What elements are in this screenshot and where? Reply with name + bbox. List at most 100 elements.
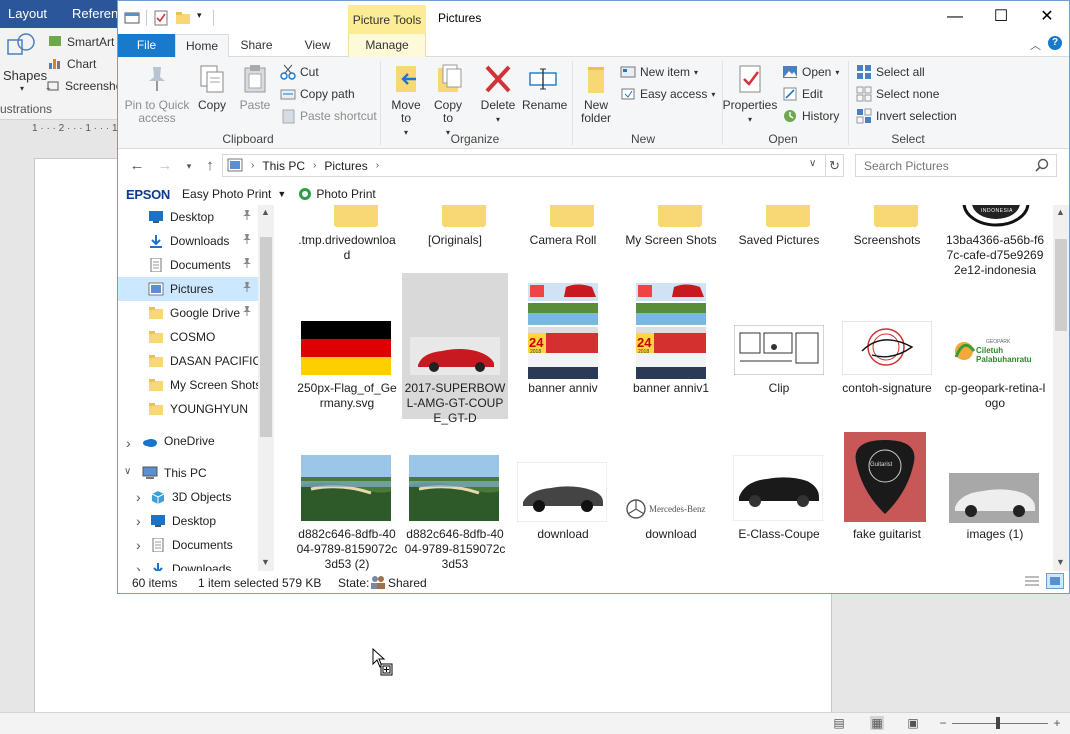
file-scroll-thumb[interactable]: [1055, 239, 1067, 331]
move-to-button[interactable]: Move to ▾: [388, 63, 424, 139]
nav-item-pc-3d-objects[interactable]: › 3D Objects: [118, 485, 258, 509]
nav-scroll-thumb[interactable]: [260, 237, 272, 437]
paste-button[interactable]: Paste: [238, 63, 272, 112]
zoom-slider-track[interactable]: [952, 723, 1048, 724]
cut-button[interactable]: Cut: [280, 63, 319, 81]
pin-icon[interactable]: [242, 258, 252, 271]
expand-chevron-icon[interactable]: ›: [126, 435, 131, 451]
scroll-up-icon[interactable]: ▲: [261, 207, 270, 217]
pin-icon[interactable]: [242, 306, 252, 319]
pin-icon[interactable]: [242, 210, 252, 223]
copy-button[interactable]: Copy: [196, 63, 228, 112]
rename-button[interactable]: Rename: [522, 63, 567, 112]
word-screenshot-button[interactable]: + Screensho: [46, 78, 122, 94]
recent-locations-chevron-icon[interactable]: ▾: [180, 157, 198, 175]
nav-item-pictures[interactable]: Pictures: [118, 277, 258, 301]
file-item[interactable]: Saved Pictures: [726, 233, 832, 248]
close-button[interactable]: ✕: [1024, 1, 1070, 33]
select-none-button[interactable]: Select none: [856, 85, 939, 103]
minimize-button[interactable]: —: [932, 1, 978, 33]
file-item[interactable]: download: [510, 527, 616, 542]
edit-button[interactable]: Edit: [782, 85, 823, 103]
word-chart-button[interactable]: Chart: [48, 56, 96, 72]
nav-item-documents[interactable]: Documents: [118, 253, 258, 277]
pin-icon[interactable]: [242, 282, 252, 295]
file-item[interactable]: [Originals]: [402, 233, 508, 248]
nav-item-dasan-pacific[interactable]: DASAN PACIFIC: [118, 349, 261, 373]
nav-item-this-pc[interactable]: ∨ This PC: [118, 461, 258, 485]
scroll-down-icon[interactable]: ▼: [1056, 557, 1065, 567]
expand-chevron-icon[interactable]: ›: [136, 513, 141, 529]
invert-selection-button[interactable]: Invert selection: [856, 107, 957, 125]
zoom-in-icon[interactable]: +: [1050, 716, 1064, 730]
file-item[interactable]: banner anniv1: [618, 381, 724, 396]
print-layout-icon[interactable]: ▦: [870, 716, 884, 730]
nav-item-desktop[interactable]: Desktop: [118, 205, 258, 229]
breadcrumb-this-pc[interactable]: This PC: [262, 159, 305, 173]
nav-item-pc-documents[interactable]: › Documents: [118, 533, 258, 557]
search-icon[interactable]: [1035, 158, 1049, 172]
new-folder-icon[interactable]: [175, 10, 191, 26]
tab-manage[interactable]: Manage: [348, 34, 426, 57]
file-item[interactable]: cp-geopark-retina-logo: [942, 381, 1048, 411]
scroll-down-icon[interactable]: ▼: [261, 557, 270, 567]
nav-item-my-screen-shots[interactable]: My Screen Shots: [118, 373, 261, 397]
scroll-up-icon[interactable]: ▲: [1056, 207, 1065, 217]
web-layout-icon[interactable]: ▣: [906, 716, 920, 730]
breadcrumb-pictures[interactable]: Pictures: [324, 159, 367, 173]
delete-button[interactable]: Delete ▾: [480, 63, 516, 126]
refresh-icon[interactable]: ↻: [826, 154, 844, 177]
tab-file[interactable]: File: [118, 34, 175, 57]
nav-item-younghyun[interactable]: YOUNGHYUN: [118, 397, 258, 421]
file-item[interactable]: Screenshots: [834, 233, 940, 248]
open-button[interactable]: Open ▾: [782, 63, 839, 81]
expand-chevron-icon[interactable]: ›: [136, 537, 141, 553]
collapse-chevron-icon[interactable]: ∨: [124, 466, 131, 477]
pin-to-quick-access-button[interactable]: Pin to Quick access: [124, 63, 190, 125]
file-item[interactable]: contoh-signature: [834, 381, 940, 396]
file-item[interactable]: Clip: [726, 381, 832, 396]
nav-item-onedrive[interactable]: › OneDrive: [118, 429, 258, 453]
file-item[interactable]: .tmp.drivedownload: [294, 233, 400, 263]
paste-shortcut-button[interactable]: Paste shortcut: [280, 107, 377, 125]
nav-item-downloads[interactable]: Downloads: [118, 229, 258, 253]
word-smartart-button[interactable]: SmartArt: [48, 34, 114, 50]
pin-icon[interactable]: [242, 234, 252, 247]
help-icon[interactable]: ?: [1048, 36, 1062, 50]
word-tab-layout[interactable]: Layout: [8, 6, 47, 21]
window-icon[interactable]: [124, 10, 140, 26]
file-item[interactable]: E-Class-Coupe: [726, 527, 832, 542]
nav-item-google-drive[interactable]: Google Drive: [118, 301, 258, 325]
select-all-button[interactable]: Select all: [856, 63, 925, 81]
large-icons-view-icon[interactable]: [1046, 573, 1064, 589]
new-folder-button[interactable]: New folder: [578, 63, 614, 125]
search-input[interactable]: [855, 154, 1057, 177]
file-item[interactable]: 250px-Flag_of_Germany.svg: [294, 381, 400, 411]
file-item[interactable]: banner anniv: [510, 381, 616, 396]
file-item[interactable]: d882c646-8dfb-4004-9789-8159072c3d53 (2): [294, 527, 400, 571]
address-dropdown-chevron-icon[interactable]: ∨: [809, 158, 816, 169]
collapse-ribbon-icon[interactable]: ︿: [1030, 37, 1041, 53]
forward-arrow-icon[interactable]: →: [156, 157, 174, 175]
easy-access-button[interactable]: Easy access ▾: [620, 85, 715, 103]
properties-check-icon[interactable]: [153, 10, 169, 26]
history-button[interactable]: History: [782, 107, 839, 125]
new-item-button[interactable]: New item ▾: [620, 63, 698, 81]
chevron-down-icon[interactable]: ▼: [277, 189, 286, 199]
nav-item-pc-desktop[interactable]: › Desktop: [118, 509, 258, 533]
expand-chevron-icon[interactable]: ›: [136, 561, 141, 571]
file-item[interactable]: My Screen Shots: [618, 233, 724, 248]
tab-view[interactable]: View: [284, 34, 351, 57]
file-item[interactable]: Camera Roll: [510, 233, 616, 248]
nav-item-pc-downloads[interactable]: › Downloads: [118, 557, 258, 571]
file-item[interactable]: 13ba4366-a56b-f67c-cafe-d75e92692e12-ind…: [942, 233, 1048, 278]
customize-qa-chevron-icon[interactable]: ▾: [197, 10, 207, 26]
zoom-out-icon[interactable]: −: [936, 716, 950, 730]
tab-share[interactable]: Share: [229, 34, 284, 57]
easy-photo-print-button[interactable]: Easy Photo Print: [182, 187, 271, 201]
file-item[interactable]: download: [618, 527, 724, 542]
address-bar[interactable]: › This PC › Pictures › ∨: [222, 154, 826, 177]
copy-path-button[interactable]: Copy path: [280, 85, 355, 103]
shapes-icon[interactable]: [6, 32, 36, 60]
copy-to-button[interactable]: Copy to ▾: [430, 63, 466, 139]
